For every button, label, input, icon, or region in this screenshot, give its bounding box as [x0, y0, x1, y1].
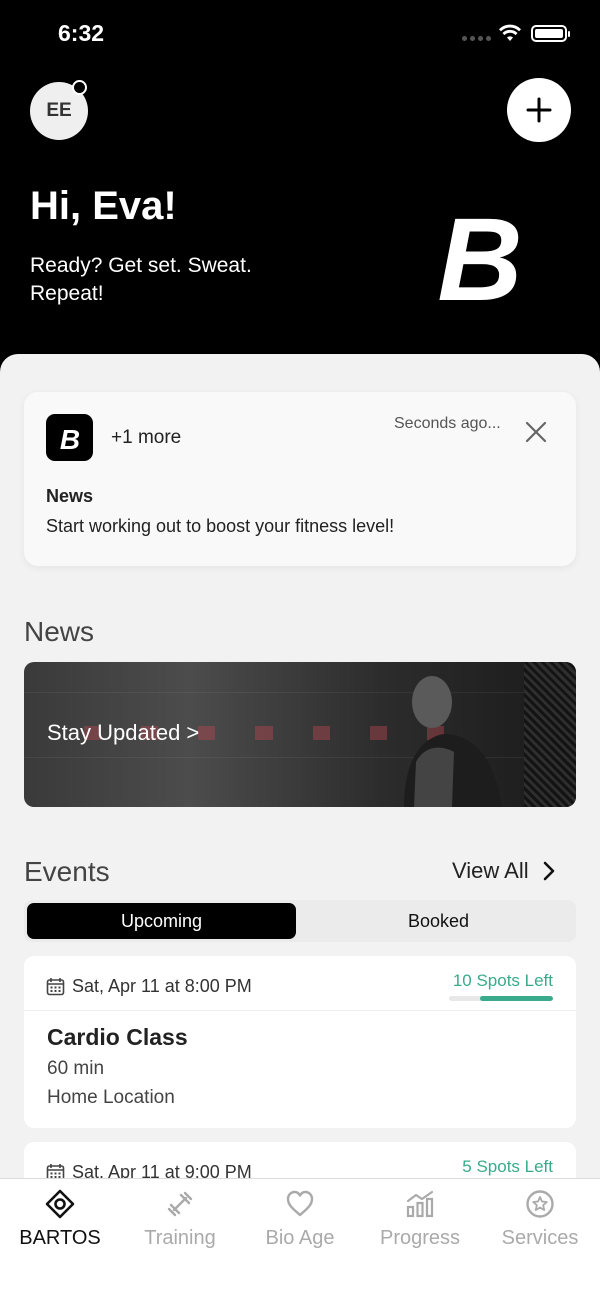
avatar-notification-dot: [72, 80, 87, 95]
close-icon[interactable]: [524, 420, 548, 444]
dumbbell-icon: [167, 1191, 193, 1217]
events-section-title: Events: [24, 856, 110, 887]
heart-icon: [286, 1190, 314, 1217]
app-logo-icon: B: [46, 414, 93, 461]
tab-label: BARTOS: [19, 1227, 101, 1249]
tab-booked[interactable]: Booked: [304, 903, 573, 939]
event-date: Sat, Apr 11 at 8:00 PM: [46, 976, 252, 997]
event-duration: 60 min: [47, 1058, 105, 1079]
athlete-image: [404, 676, 502, 807]
content-sheet: B +1 more Seconds ago... News Start work…: [0, 354, 600, 1178]
add-button[interactable]: [507, 78, 571, 142]
stay-updated-link[interactable]: Stay Updated >: [47, 720, 199, 746]
tab-label: Training: [144, 1227, 216, 1249]
event-card[interactable]: Sat, Apr 11 at 8:00 PM 10 Spots Left Car…: [24, 956, 576, 1128]
divider: [24, 1010, 576, 1011]
news-section-title: News: [24, 616, 95, 647]
view-all-link[interactable]: View All: [452, 858, 555, 884]
spots-progress-bar: [449, 996, 553, 1001]
event-card[interactable]: Sat, Apr 11 at 9:00 PM 5 Spots Left: [24, 1142, 576, 1178]
spots-left: 10 Spots Left: [452, 971, 553, 990]
brand-logo: B: [437, 196, 522, 316]
tab-training[interactable]: Training: [120, 1187, 240, 1257]
banner-mesh: [524, 662, 576, 807]
tab-services[interactable]: Services: [480, 1187, 600, 1257]
notification-card[interactable]: B +1 more Seconds ago... News Start work…: [24, 392, 576, 566]
calendar-icon: [46, 1164, 65, 1178]
tab-upcoming[interactable]: Upcoming: [27, 903, 296, 939]
signal-icon: [462, 36, 491, 41]
notification-time: Seconds ago...: [394, 415, 501, 432]
notification-more: +1 more: [111, 427, 182, 448]
greeting: Hi, Eva!: [30, 184, 177, 228]
tab-label: Services: [501, 1227, 579, 1249]
event-name: Cardio Class: [47, 1024, 188, 1050]
tab-progress[interactable]: Progress: [360, 1187, 480, 1257]
battery-icon: [531, 25, 570, 42]
spots-left: 5 Spots Left: [462, 1157, 553, 1176]
tab-bartos[interactable]: BARTOS: [0, 1187, 120, 1257]
tagline: Ready? Get set. Sweat. Repeat!: [30, 254, 252, 305]
status-time: 6:32: [58, 20, 105, 46]
calendar-icon: [46, 978, 65, 996]
spots-progress-fill: [480, 996, 553, 1001]
eye-diamond-icon: [45, 1189, 75, 1219]
chevron-right-icon: [543, 861, 554, 881]
event-location: Home Location: [47, 1087, 175, 1108]
event-date: Sat, Apr 11 at 9:00 PM: [46, 1162, 252, 1178]
notification-title: News: [46, 486, 94, 506]
bar-chart-icon: [406, 1190, 434, 1218]
notification-body: Start working out to boost your fitness …: [46, 516, 395, 536]
plus-icon: [526, 97, 552, 123]
star-badge-icon: [526, 1190, 554, 1218]
status-bar: 6:32: [0, 0, 600, 66]
tab-label: Bio Age: [265, 1227, 335, 1249]
view-all-label: View All: [452, 858, 529, 883]
tab-bio-age[interactable]: Bio Age: [240, 1187, 360, 1257]
news-banner[interactable]: Stay Updated >: [24, 662, 576, 807]
header: 6:32 EE Hi, Eva! Ready? Get set. Sweat. …: [0, 0, 600, 380]
wifi-icon: [499, 24, 521, 41]
event-date-label: Sat, Apr 11 at 9:00 PM: [72, 1162, 252, 1178]
tab-bar: BARTOS Training Bio Age Progress Service…: [0, 1178, 600, 1299]
svg-text:B: B: [59, 424, 79, 453]
event-date-label: Sat, Apr 11 at 8:00 PM: [72, 976, 252, 996]
events-segmented-control: Upcoming Booked: [24, 900, 576, 942]
tab-label: Progress: [379, 1227, 461, 1249]
svg-text:B: B: [437, 196, 522, 316]
